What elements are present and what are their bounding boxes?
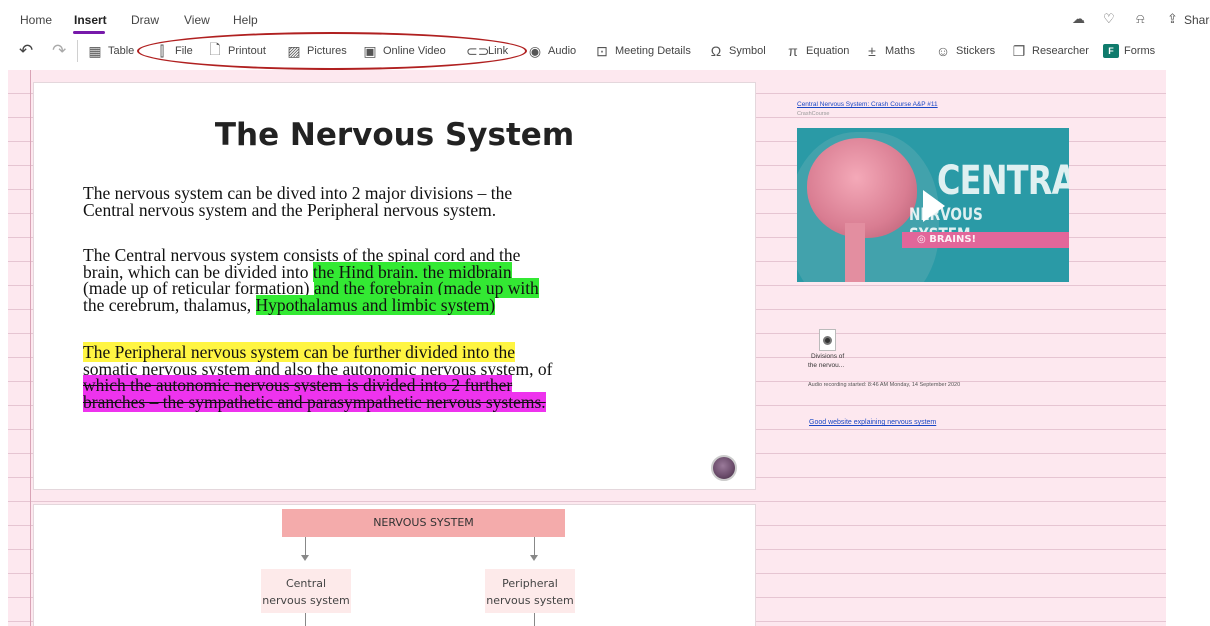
tab-home[interactable]: Home — [20, 13, 52, 27]
forms-icon: F — [1103, 44, 1119, 58]
audio-file-name-2: the nervou... — [808, 362, 845, 369]
table-icon: ▦ — [88, 42, 102, 59]
recording-timestamp: Audio recording started: 8:46 AM Monday,… — [808, 382, 961, 388]
link-button[interactable]: ⊂⊃ Link — [466, 36, 508, 66]
researcher-icon: ❐ — [1012, 42, 1026, 59]
pi-icon: π — [788, 43, 798, 59]
file-attach-icon: ⫿ — [159, 42, 165, 59]
ribbon-tabs: Home Insert Draw View Help ☁ ♡ ⍾ ⇪ Share — [0, 0, 1210, 34]
paragraph-1: The nervous system can be dived into 2 m… — [83, 185, 713, 218]
paragraph-3: The Peripheral nervous system can be fur… — [83, 342, 713, 412]
audio-button[interactable]: ◉ Audio — [526, 36, 576, 66]
toolbar-separator — [77, 40, 78, 62]
printout-button[interactable]: 🗋 Printout — [206, 36, 266, 66]
equation-button[interactable]: π Equation — [784, 36, 849, 66]
table-button[interactable]: ▦ Table — [86, 36, 134, 66]
audio-file-icon[interactable] — [819, 329, 836, 351]
online-video-icon: ▣ — [363, 42, 377, 59]
printout-icon: 🗋 — [209, 41, 221, 57]
maths-icon: ± — [868, 43, 876, 59]
stickers-button[interactable]: ☺ Stickers — [934, 36, 995, 66]
bell-icon[interactable]: ⍾ — [1136, 11, 1145, 27]
connector-line — [534, 613, 535, 626]
peripheral-nervous-system-box: Peripheral nervous system — [485, 569, 575, 613]
p1-line2: Central nervous system and the Periphera… — [83, 199, 497, 220]
active-tab-indicator — [73, 31, 105, 34]
p3-line4: branches – the sympathetic and parasympa… — [83, 391, 713, 412]
picture-icon: ▨ — [287, 42, 301, 59]
disc-icon — [823, 336, 832, 345]
omega-icon: Ω — [710, 43, 722, 59]
audio-icon: ◉ — [528, 42, 542, 59]
sync-icon[interactable]: ☁ — [1072, 11, 1085, 27]
insert-toolbar: ↶ ↷ ▦ Table ⫿ File 🗋 Printout ▨ Pictures ▣ On… — [0, 36, 1210, 68]
margin-line — [30, 70, 31, 626]
tab-insert[interactable]: Insert — [74, 13, 107, 27]
share-button[interactable]: Share — [1184, 13, 1210, 27]
website-link[interactable]: Good website explaining nervous system — [809, 419, 936, 426]
sticker-icon: ☺ — [935, 43, 951, 59]
connector-line — [305, 613, 306, 626]
arrow-icon — [530, 555, 538, 561]
tab-draw[interactable]: Draw — [131, 13, 159, 27]
connector-line — [534, 537, 535, 555]
central-nervous-system-box: Central nervous system — [261, 569, 351, 613]
meeting-icon: ⊡ — [596, 42, 608, 59]
spinal-cord-illustration — [845, 223, 865, 282]
peripheral-label-2: nervous system — [486, 594, 574, 607]
video-source: CrashCourse — [797, 111, 830, 117]
record-indicator-icon[interactable] — [711, 455, 737, 481]
peripheral-label-1: Peripheral — [502, 577, 558, 590]
pictures-button[interactable]: ▨ Pictures — [285, 36, 346, 66]
printout-slide-1[interactable]: The Nervous System The nervous system ca… — [33, 82, 756, 490]
play-icon[interactable] — [923, 190, 945, 222]
notebook-page[interactable]: The Nervous System The nervous system ca… — [0, 70, 1210, 626]
green-highlight: Hypothalamus and limbic system) — [255, 294, 496, 315]
undo-button[interactable]: ↶ — [19, 36, 33, 66]
maths-button[interactable]: ± Maths — [863, 36, 915, 66]
thumb-band-label: ◎ BRAINS! — [917, 234, 977, 245]
central-label-2: nervous system — [262, 594, 350, 607]
lightbulb-icon[interactable]: ♡ — [1103, 11, 1115, 27]
symbol-button[interactable]: Ω Symbol — [707, 36, 766, 66]
link-icon: ⊂⊃ — [466, 42, 490, 59]
online-video-button[interactable]: ▣ Online Video — [361, 36, 445, 66]
file-button[interactable]: ⫿ File — [153, 36, 193, 66]
p2-line4-text: the cerebrum, thalamus, — [83, 294, 256, 315]
thumb-title: CENTRAL — [937, 158, 1069, 204]
nervous-system-box: NERVOUS SYSTEM — [282, 509, 565, 537]
embedded-video-thumbnail[interactable]: CENTRAL NERVOUS SYSTEM ◎ BRAINS! — [797, 128, 1069, 282]
redo-button[interactable]: ↷ — [52, 36, 66, 66]
p2-line4: the cerebrum, thalamus, Hypothalamus and… — [83, 294, 713, 315]
arrow-icon — [301, 555, 309, 561]
tab-help[interactable]: Help — [233, 13, 258, 27]
tab-view[interactable]: View — [184, 13, 210, 27]
researcher-button[interactable]: ❐ Researcher — [1010, 36, 1089, 66]
share-icon[interactable]: ⇪ — [1167, 11, 1178, 27]
audio-file-name: Divisions of — [811, 353, 845, 360]
central-label-1: Central — [285, 577, 327, 590]
forms-button[interactable]: F Forms — [1103, 36, 1155, 66]
slide-title: The Nervous System — [214, 117, 575, 153]
connector-line — [305, 537, 306, 555]
paragraph-2: The Central nervous system consists of t… — [83, 247, 713, 315]
magenta-highlight: branches – the sympathetic and parasympa… — [83, 391, 546, 412]
video-title-link[interactable]: Central Nervous System: Crash Course A&P… — [797, 101, 938, 108]
meeting-details-button[interactable]: ⊡ Meeting Details — [593, 36, 691, 66]
printout-slide-2[interactable]: NERVOUS SYSTEM Central nervous system Pe… — [33, 504, 756, 626]
